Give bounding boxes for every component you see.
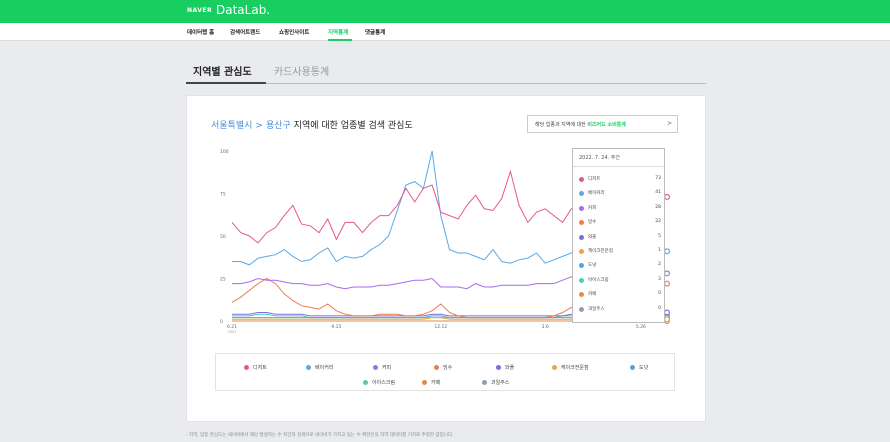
tooltip-row: 베이커리 41: [579, 189, 661, 199]
legend-label: 디저트: [253, 365, 267, 371]
legend-item[interactable]: 빙수: [434, 364, 452, 371]
district-select[interactable]: 용산구: [266, 121, 291, 131]
stats-tabs: 지역별 관심도 카드사용통계: [186, 60, 706, 84]
footnote: · 지역, 업종 관심도는 네이버에서 해당 발생하는 수 지간과 검색어로 네…: [186, 433, 454, 438]
tooltip-series-value: 22: [655, 219, 661, 225]
tooltip-series-name: 디저트: [588, 177, 601, 182]
biz-link-highlight: 비즈어드 소비통계: [587, 122, 626, 128]
nav-item-regional-stats[interactable]: 지역통계: [328, 28, 348, 36]
biz-link-text: 해당 업종과 지역에 대한: [535, 122, 588, 128]
tooltip-series-name: 와플: [588, 234, 597, 240]
tooltip-row: 아이스크림 3: [579, 276, 661, 286]
chart-tooltip: 2022. 7. 24. 주간 디저트 73 베이커리 41 커피 28 빙수 22 와플 5 케이…: [572, 148, 665, 323]
legend-swatch: [363, 380, 368, 385]
naver-logo[interactable]: NAVER: [187, 7, 212, 14]
tooltip-row: 커피 28: [579, 204, 661, 214]
legend-label: 와플: [505, 365, 515, 371]
legend-item[interactable]: 와플: [496, 364, 514, 371]
nav-item-datalab-home[interactable]: 데이터랩 홈: [187, 28, 214, 36]
tooltip-series-name: 카페: [588, 292, 597, 298]
tooltip-series-name: 과일주스: [588, 306, 605, 312]
tooltip-series-dot: [579, 177, 584, 182]
legend-label: 도넛: [639, 365, 649, 371]
tooltip-series-dot: [579, 249, 584, 254]
tooltip-row: 도넛 2: [579, 261, 661, 271]
tooltip-series-name: 도넛: [588, 263, 597, 269]
tooltip-series-value: 5: [658, 233, 661, 239]
legend-item[interactable]: 케이크전문점: [552, 364, 589, 371]
legend-item[interactable]: 커피: [373, 364, 391, 371]
tooltip-series-dot: [579, 234, 584, 240]
datalab-logo[interactable]: DataLab.: [216, 3, 270, 17]
breadcrumb-separator: >: [255, 121, 263, 131]
legend-item[interactable]: 도넛: [630, 364, 648, 371]
tooltip-series-value: 28: [655, 204, 661, 210]
tooltip-series-value: 0: [658, 291, 661, 297]
region-select[interactable]: 서울특별시: [211, 121, 252, 131]
legend-label: 아이스크림: [372, 380, 396, 386]
legend-swatch: [496, 365, 501, 370]
tooltip-series-dot: [579, 277, 584, 283]
legend-label: 베이커리: [315, 365, 334, 371]
tooltip-series-name: 커피: [588, 205, 597, 211]
legend-item[interactable]: 디저트: [244, 364, 267, 371]
nav-item-shopping-insight[interactable]: 쇼핑인사이트: [279, 28, 309, 36]
tooltip-divider: [573, 166, 664, 167]
biz-consumption-link[interactable]: 해당 업종과 지역에 대한 비즈어드 소비통계 >: [527, 115, 678, 133]
legend-label: 과일주스: [491, 380, 510, 386]
tooltip-row: 빙수 22: [579, 218, 661, 228]
nav-item-search-trend[interactable]: 검색어트렌드: [230, 28, 260, 36]
card-title: 서울특별시 > 용산구 지역에 대한 업종별 검색 관심도: [211, 118, 413, 131]
legend-swatch: [306, 365, 311, 370]
tooltip-series-name: 베이커리: [588, 191, 605, 197]
tooltip-row: 디저트 73: [579, 175, 661, 185]
tooltip-series-value: 1: [658, 248, 661, 253]
legend-swatch: [244, 365, 249, 370]
legend-item[interactable]: 과일주스: [482, 379, 509, 386]
card-title-text: 지역에 대한 업종별 검색 관심도: [290, 121, 413, 131]
tooltip-series-dot: [579, 220, 584, 226]
legend-item[interactable]: 베이커리: [306, 364, 333, 371]
tooltip-series-dot: [579, 292, 584, 298]
legend-label: 케이크전문점: [561, 365, 589, 371]
tooltip-series-name: 케이크전문점: [588, 249, 613, 254]
legend-label: 커피: [382, 365, 392, 371]
tooltip-series-value: 73: [655, 176, 661, 181]
tooltip-row: 과일주스 0: [579, 305, 661, 315]
tooltip-series-value: 3: [658, 276, 661, 282]
tooltip-series-dot: [579, 205, 584, 211]
tooltip-row: 와플 5: [579, 233, 661, 243]
tooltip-series-name: 아이스크림: [588, 277, 609, 283]
legend-label: 카페: [431, 380, 441, 386]
main-nav: 데이터랩 홈 검색어트렌드 쇼핑인사이트 지역통계 댓글통계: [0, 23, 890, 41]
legend-item[interactable]: 카페: [422, 379, 440, 386]
nav-item-comment-stats[interactable]: 댓글통계: [365, 28, 385, 36]
chevron-right-icon: >: [666, 120, 672, 127]
legend-swatch: [373, 365, 378, 370]
tooltip-series-value: 0: [658, 305, 661, 311]
tooltip-series-value: 2: [658, 262, 661, 268]
tooltip-date: 2022. 7. 24. 주간: [579, 155, 621, 161]
chart-legend: 디저트 베이커리 커피 빙수 와플 케이크전문점 도넛아이스크림 카페 과일주스: [215, 353, 675, 391]
legend-swatch: [552, 365, 557, 370]
legend-item[interactable]: 아이스크림: [363, 379, 395, 386]
tab-active-indicator: [186, 82, 266, 84]
legend-label: 빙수: [443, 365, 453, 371]
tooltip-series-name: 빙수: [588, 220, 597, 226]
tooltip-row: 카페 0: [579, 290, 661, 300]
legend-swatch: [630, 365, 635, 370]
legend-swatch: [434, 365, 439, 370]
tooltip-series-value: 41: [655, 190, 661, 196]
tab-regional-interest[interactable]: 지역별 관심도: [193, 63, 252, 78]
legend-swatch: [482, 380, 487, 385]
tab-card-usage[interactable]: 카드사용통계: [274, 63, 329, 78]
nav-active-indicator: [328, 39, 352, 41]
tooltip-series-dot: [579, 191, 584, 197]
tooltip-series-dot: [579, 306, 584, 312]
tooltip-row: 케이크전문점 1: [579, 247, 661, 257]
top-bar: NAVER DataLab.: [0, 0, 890, 23]
tooltip-series-dot: [579, 263, 584, 269]
legend-swatch: [422, 380, 427, 385]
